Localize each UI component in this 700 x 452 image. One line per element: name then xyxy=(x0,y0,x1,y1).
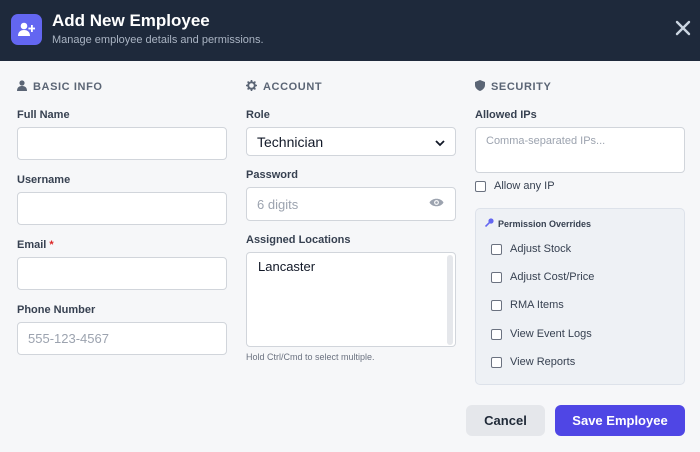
basic-info-column: BASIC INFO Full Name Username Email * Ph… xyxy=(17,61,227,361)
override-checkbox[interactable] xyxy=(491,328,502,340)
gear-icon xyxy=(246,80,257,94)
locations-listbox[interactable]: Lancaster xyxy=(246,252,456,347)
email-input[interactable] xyxy=(17,257,227,290)
role-select[interactable]: Technician xyxy=(246,127,456,156)
password-label: Password xyxy=(246,169,298,181)
username-label: Username xyxy=(17,174,71,186)
email-label-text: Email xyxy=(17,239,47,251)
security-column: SECURITY Allowed IPs Allow any IP Permis… xyxy=(475,61,685,391)
allow-any-ip-checkbox[interactable] xyxy=(475,180,486,192)
required-marker: * xyxy=(49,239,54,251)
modal-subtitle: Manage employee details and permissions. xyxy=(52,34,264,46)
allowed-ips-label: Allowed IPs xyxy=(475,109,537,121)
key-icon xyxy=(484,218,494,229)
override-checkbox[interactable] xyxy=(491,299,502,311)
overrides-title: Permission Overrides xyxy=(498,218,592,229)
override-row[interactable]: Adjust Cost/Price xyxy=(491,271,594,283)
account-heading: ACCOUNT xyxy=(246,80,322,94)
security-title: SECURITY xyxy=(491,81,552,93)
override-row[interactable]: RMA Items xyxy=(491,299,564,311)
allowed-ips-input[interactable] xyxy=(475,127,685,173)
role-selected-value: Technician xyxy=(257,133,324,150)
shield-icon xyxy=(475,80,485,94)
override-label: View Event Logs xyxy=(510,328,592,340)
eye-icon[interactable] xyxy=(429,195,444,213)
locations-label: Assigned Locations xyxy=(246,234,351,246)
listbox-scrollbar[interactable] xyxy=(447,255,453,345)
user-plus-icon xyxy=(11,14,42,45)
email-label: Email * xyxy=(17,239,54,251)
full-name-input[interactable] xyxy=(17,127,227,160)
override-label: View Reports xyxy=(510,356,576,368)
save-employee-button[interactable]: Save Employee xyxy=(555,405,685,436)
override-checkbox[interactable] xyxy=(491,356,502,368)
override-row[interactable]: View Reports xyxy=(491,356,575,368)
close-icon[interactable] xyxy=(671,16,695,40)
add-employee-modal: Add New Employee Manage employee details… xyxy=(0,0,700,452)
username-input[interactable] xyxy=(17,192,227,225)
override-label: Adjust Stock xyxy=(510,243,572,255)
override-row[interactable]: Adjust Stock xyxy=(491,243,571,255)
account-title: ACCOUNT xyxy=(263,81,323,93)
override-label: RMA Items xyxy=(510,299,564,311)
override-row[interactable]: View Event Logs xyxy=(491,328,592,340)
chevron-down-icon xyxy=(435,134,445,150)
locations-hint: Hold Ctrl/Cmd to select multiple. xyxy=(246,352,375,362)
phone-input[interactable] xyxy=(17,322,227,355)
account-column: ACCOUNT Role Technician Password Assigne… xyxy=(246,61,456,371)
override-checkbox[interactable] xyxy=(491,271,502,283)
role-label: Role xyxy=(246,109,270,121)
allow-any-ip-row[interactable]: Allow any IP xyxy=(475,180,555,192)
modal-title: Add New Employee xyxy=(52,11,210,30)
permission-overrides-panel: Permission Overrides Adjust Stock Adjust… xyxy=(475,208,685,385)
override-label: Adjust Cost/Price xyxy=(510,271,595,283)
overrides-heading: Permission Overrides xyxy=(484,218,592,229)
basic-info-heading: BASIC INFO xyxy=(17,80,103,94)
full-name-label: Full Name xyxy=(17,109,70,121)
user-icon xyxy=(17,80,27,94)
modal-header: Add New Employee Manage employee details… xyxy=(0,0,700,61)
allow-any-ip-label: Allow any IP xyxy=(494,180,555,192)
basic-info-title: BASIC INFO xyxy=(33,81,103,93)
security-heading: SECURITY xyxy=(475,80,551,94)
password-input[interactable] xyxy=(246,187,456,221)
phone-label: Phone Number xyxy=(17,304,96,316)
cancel-button[interactable]: Cancel xyxy=(466,405,545,436)
location-option[interactable]: Lancaster xyxy=(258,259,315,274)
override-checkbox[interactable] xyxy=(491,243,502,255)
